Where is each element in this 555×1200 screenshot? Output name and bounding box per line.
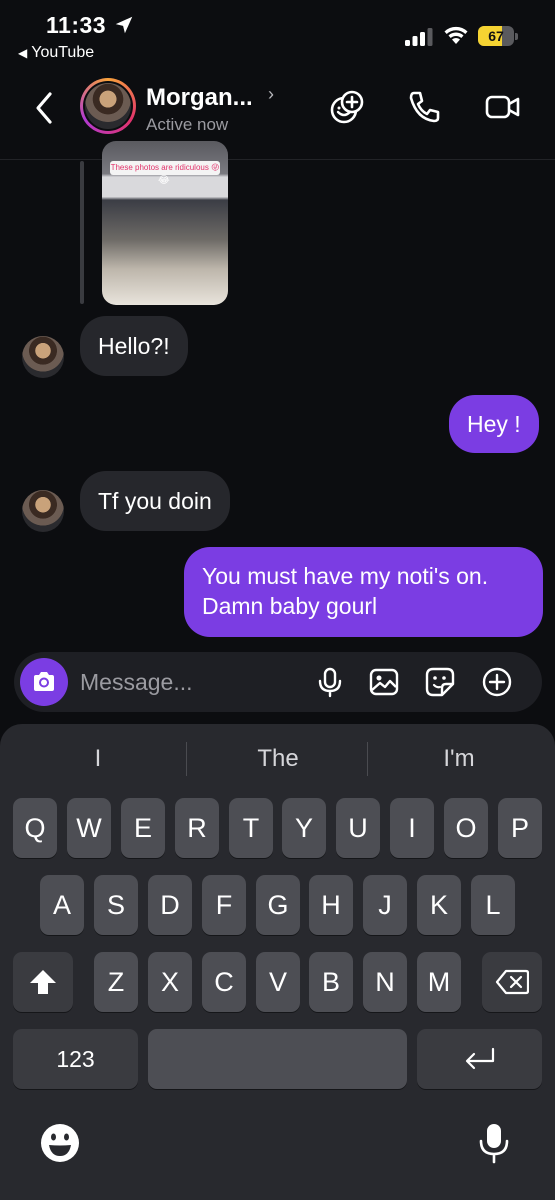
- avatar-image: [85, 83, 131, 129]
- back-to-app-link[interactable]: ◀ YouTube: [18, 44, 94, 62]
- key-i[interactable]: I: [390, 798, 434, 858]
- keyboard: I The I'm Q W E R T Y U I O P A S D F G …: [0, 724, 555, 1200]
- key-p[interactable]: P: [498, 798, 542, 858]
- battery-indicator: 67: [478, 26, 518, 46]
- message-text-line: Damn baby gourl: [202, 593, 378, 619]
- shared-photo[interactable]: These photos are ridiculous 😜 😂: [102, 141, 228, 305]
- message-bubble-outgoing[interactable]: Hey !: [449, 395, 539, 453]
- message-composer: [14, 652, 542, 712]
- key-n[interactable]: N: [363, 952, 407, 1012]
- shift-key[interactable]: [13, 952, 73, 1012]
- return-key[interactable]: [417, 1029, 542, 1089]
- key-k[interactable]: K: [417, 875, 461, 935]
- message-text: Tf you doin: [98, 488, 212, 514]
- key-h[interactable]: H: [309, 875, 353, 935]
- backspace-icon: [495, 969, 529, 995]
- message-input[interactable]: [80, 662, 300, 702]
- key-e[interactable]: E: [121, 798, 165, 858]
- video-call-icon[interactable]: [484, 88, 522, 126]
- contact-avatar-small[interactable]: [22, 336, 64, 378]
- key-q[interactable]: Q: [13, 798, 57, 858]
- key-a[interactable]: A: [40, 875, 84, 935]
- status-bar: 11:33 ◀ YouTube 67: [0, 0, 555, 70]
- emoji-icon[interactable]: [40, 1122, 80, 1164]
- message-bubble-outgoing[interactable]: You must have my noti's on. Damn baby go…: [184, 547, 543, 637]
- key-z[interactable]: Z: [94, 952, 138, 1012]
- contact-status: Active now: [146, 115, 229, 134]
- cellular-signal-icon: [405, 28, 433, 46]
- phone-icon[interactable]: [405, 88, 443, 126]
- message-thread: These photos are ridiculous 😜 😂 Hello?! …: [0, 141, 555, 641]
- key-o[interactable]: O: [444, 798, 488, 858]
- message-bubble-incoming[interactable]: Tf you doin: [80, 471, 230, 531]
- camera-button[interactable]: [20, 658, 68, 706]
- key-t[interactable]: T: [229, 798, 273, 858]
- suggestion-3[interactable]: I'm: [369, 742, 549, 776]
- photo-caption: These photos are ridiculous 😜: [110, 161, 220, 175]
- key-w[interactable]: W: [67, 798, 111, 858]
- suggestion-2[interactable]: The: [188, 742, 368, 776]
- photo-emoji: 😂: [158, 175, 170, 186]
- contact-name[interactable]: Morgan...: [146, 84, 253, 112]
- gallery-icon[interactable]: [368, 666, 400, 698]
- plus-icon[interactable]: [481, 666, 513, 698]
- message-text: Hello?!: [98, 333, 170, 359]
- delete-key[interactable]: [482, 952, 542, 1012]
- reply-indicator-bar: [80, 161, 84, 304]
- key-g[interactable]: G: [256, 875, 300, 935]
- microphone-icon[interactable]: [314, 666, 346, 698]
- back-chevron-icon[interactable]: [30, 90, 60, 126]
- key-s[interactable]: S: [94, 875, 138, 935]
- back-triangle-icon: ◀: [18, 46, 28, 60]
- key-m[interactable]: M: [417, 952, 461, 1012]
- dictation-icon[interactable]: [474, 1122, 514, 1164]
- status-time: 11:33: [46, 12, 107, 38]
- return-arrow-icon: [465, 1047, 494, 1070]
- key-f[interactable]: F: [202, 875, 246, 935]
- key-c[interactable]: C: [202, 952, 246, 1012]
- chat-header: Morgan... › Active now: [0, 70, 555, 160]
- key-j[interactable]: J: [363, 875, 407, 935]
- key-y[interactable]: Y: [282, 798, 326, 858]
- suggestion-1[interactable]: I: [8, 742, 188, 776]
- key-l[interactable]: L: [471, 875, 515, 935]
- location-arrow-icon: [115, 16, 133, 34]
- wifi-icon: [444, 26, 468, 44]
- sticker-icon[interactable]: [424, 666, 456, 698]
- back-app-name: YouTube: [31, 44, 95, 61]
- contact-avatar-small[interactable]: [22, 490, 64, 532]
- message-text-line: You must have my noti's on.: [202, 563, 489, 589]
- key-x[interactable]: X: [148, 952, 192, 1012]
- key-r[interactable]: R: [175, 798, 219, 858]
- shift-arrow-icon: [30, 970, 56, 994]
- effects-icon[interactable]: [328, 88, 366, 126]
- space-key[interactable]: [148, 1029, 407, 1089]
- message-bubble-incoming[interactable]: Hello?!: [80, 316, 188, 376]
- battery-percent: 67: [488, 28, 504, 44]
- contact-avatar[interactable]: [80, 78, 136, 134]
- screen: 11:33 ◀ YouTube 67 Morgan... › Active no…: [0, 0, 555, 1200]
- key-b[interactable]: B: [309, 952, 353, 1012]
- key-d[interactable]: D: [148, 875, 192, 935]
- chevron-right-icon[interactable]: ›: [268, 84, 274, 105]
- key-u[interactable]: U: [336, 798, 380, 858]
- numbers-key[interactable]: 123: [13, 1029, 138, 1089]
- key-v[interactable]: V: [256, 952, 300, 1012]
- camera-icon: [34, 672, 54, 691]
- message-text: Hey !: [467, 411, 521, 437]
